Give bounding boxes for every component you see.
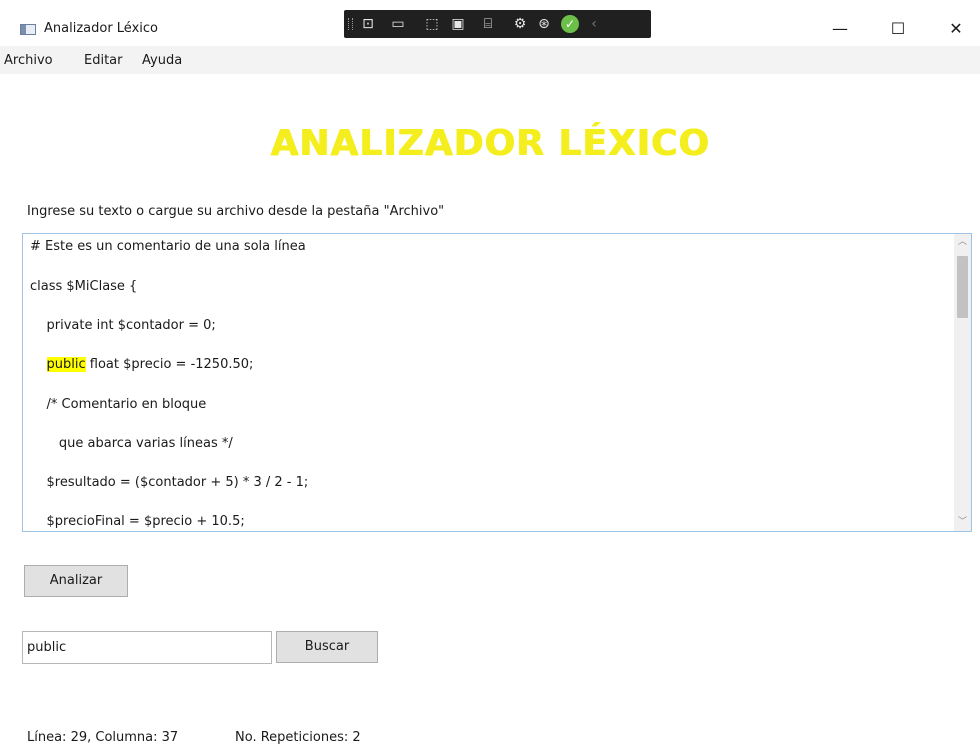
layout-adorner-icon[interactable]: ▣ — [448, 14, 468, 34]
instruction-label: Ingrese su texto o cargue su archivo des… — [27, 204, 445, 219]
code-line: public float $precio = -1250.50; — [30, 357, 253, 372]
repetitions-label: No. Repeticiones: 2 — [235, 730, 361, 745]
search-button[interactable]: Buscar — [276, 631, 378, 663]
code-editor[interactable]: # Este es un comentario de una sola líne… — [22, 233, 972, 532]
hot-reload-icon[interactable]: ⚙ — [510, 14, 530, 34]
code-line: $precioFinal = $precio + 10.5; — [30, 514, 245, 529]
accessibility-icon[interactable]: ⊛ — [534, 14, 554, 34]
search-input[interactable] — [22, 631, 272, 664]
scrollbar-thumb[interactable] — [957, 256, 968, 318]
menu-archivo[interactable]: Archivo — [4, 53, 53, 68]
menu-ayuda[interactable]: Ayuda — [142, 53, 182, 68]
app-window-icon — [20, 24, 36, 35]
code-line: private int $contador = 0; — [30, 318, 216, 333]
code-line: /* Comentario en bloque — [30, 397, 207, 412]
code-line: class $MiClase { — [30, 279, 138, 294]
title-bar: Analizador Léxico ⊡ ▭ ⬚ ▣ ⌸ ⚙ ⊛ ✓ ‹ — ☐ … — [0, 0, 980, 46]
minimize-button[interactable]: — — [817, 14, 863, 44]
check-icon[interactable]: ✓ — [561, 15, 579, 33]
cursor-position-label: Línea: 29, Columna: 37 — [27, 730, 179, 745]
page-title: ANALIZADOR LÉXICO — [270, 123, 710, 164]
window-title: Analizador Léxico — [44, 21, 158, 36]
menu-editar[interactable]: Editar — [84, 53, 123, 68]
scroll-down-icon[interactable]: ﹀ — [954, 514, 971, 531]
code-line-rest: float $precio = -1250.50; — [85, 357, 254, 372]
select-element-icon[interactable]: ⊡ — [358, 14, 378, 34]
menu-bar: Archivo Editar Ayuda — [0, 46, 980, 74]
code-line: que abarca varias líneas */ — [30, 436, 233, 451]
vertical-scrollbar[interactable]: ︿ ﹀ — [954, 234, 971, 531]
track-focus-icon[interactable]: ⌸ — [478, 14, 498, 34]
debug-toolbar: ⊡ ▭ ⬚ ▣ ⌸ ⚙ ⊛ ✓ ‹ — [344, 10, 651, 38]
code-line: # Este es un comentario de una sola líne… — [30, 239, 306, 254]
pointer-icon[interactable]: ⬚ — [422, 14, 442, 34]
code-line: $resultado = ($contador + 5) * 3 / 2 - 1… — [30, 475, 309, 490]
chevron-left-icon[interactable]: ‹ — [584, 14, 604, 34]
scroll-up-icon[interactable]: ︿ — [954, 234, 971, 251]
analyze-button[interactable]: Analizar — [24, 565, 128, 597]
search-highlight: public — [46, 357, 86, 372]
close-button[interactable]: ✕ — [933, 14, 979, 44]
video-icon[interactable]: ▭ — [388, 14, 408, 34]
toolbar-grip-icon[interactable] — [348, 18, 353, 30]
maximize-button[interactable]: ☐ — [875, 14, 921, 44]
